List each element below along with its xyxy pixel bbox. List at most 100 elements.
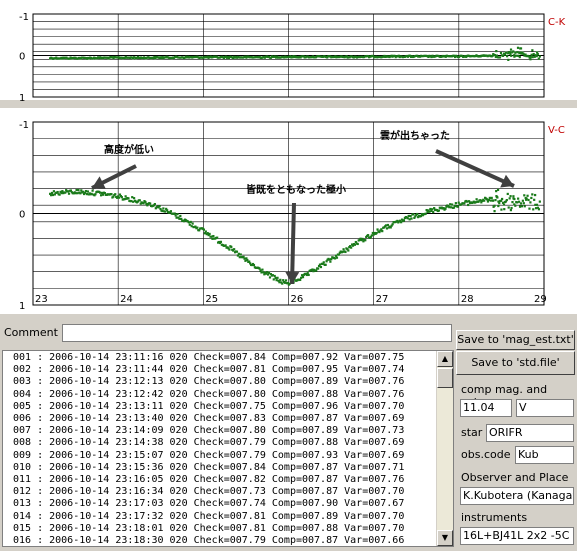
vc-point: [307, 273, 310, 277]
vc-point: [370, 234, 373, 237]
vc-point: [204, 230, 207, 233]
ck-point: [518, 55, 521, 59]
ck-point: [506, 55, 509, 58]
vc-point: [149, 202, 152, 205]
vc-point: [84, 189, 88, 193]
vc-point: [268, 276, 272, 279]
vc-point: [350, 246, 353, 249]
vc-point: [101, 193, 105, 196]
ck-point: [516, 46, 520, 49]
vc-point: [252, 263, 256, 267]
vc-point: [408, 218, 411, 221]
vc-point: [534, 207, 538, 210]
log-scrollbar[interactable]: ▲ ▼: [436, 351, 453, 546]
ck-point: [508, 51, 511, 54]
vc-point: [210, 235, 213, 238]
vc-point: [508, 197, 511, 200]
vc-point: [448, 206, 451, 209]
vc-point: [164, 210, 167, 213]
vc-ytick: 1: [19, 301, 25, 312]
vc-point: [400, 221, 403, 224]
vc-point: [133, 197, 136, 200]
vc-point: [273, 274, 276, 278]
vc-point: [513, 203, 516, 206]
instruments-label: instruments: [461, 511, 528, 524]
vc-xtick: 25: [205, 294, 218, 305]
obscode-input[interactable]: Kub: [515, 446, 574, 464]
observer-label: Observer and Place: [461, 471, 569, 484]
vc-point: [174, 214, 177, 217]
vc-point: [495, 195, 499, 199]
ck-label: C-K: [548, 17, 566, 28]
vc-point: [138, 199, 141, 202]
observer-input[interactable]: K.Kubotera (Kanagaw: [460, 487, 574, 505]
vc-point: [361, 237, 364, 241]
vc-point: [300, 276, 303, 279]
vc-point: [202, 228, 206, 231]
ck-point: [515, 54, 518, 57]
ck-point: [538, 55, 541, 58]
vc-point: [259, 269, 262, 272]
vc-point: [77, 188, 80, 192]
vc-point: [86, 190, 89, 193]
vc-plot-panel: -1 0 1 V-C 23 24 25 26 27 28 29 高度が低い 雲が出ちゃった 皆既をともなっ…: [0, 108, 577, 314]
vc-point: [67, 192, 71, 195]
vc-point: [50, 191, 54, 195]
vc-point: [496, 188, 500, 192]
ck-point: [498, 56, 502, 59]
vc-point: [509, 195, 512, 198]
log-line: 013 : 2006-10-14 23:17:03 020 Check=007.…: [13, 498, 405, 510]
vc-point: [428, 210, 431, 213]
star-input[interactable]: ORIFR: [486, 424, 574, 442]
vc-point: [488, 196, 491, 200]
vc-label: V-C: [548, 125, 565, 136]
vc-point: [503, 208, 506, 211]
vc-point: [500, 208, 503, 211]
vc-point: [521, 199, 524, 202]
instruments-input[interactable]: 16L+BJ41L 2x2 -5C: [460, 527, 574, 545]
vc-point: [190, 225, 193, 228]
vc-point: [522, 202, 525, 205]
log-line: 002 : 2006-10-14 23:11:44 020 Check=007.…: [13, 364, 405, 376]
vc-point: [353, 243, 357, 246]
vc-point: [79, 192, 82, 195]
vc-xtick: 28: [461, 294, 474, 305]
ck-point: [529, 55, 532, 59]
vc-point: [275, 279, 278, 282]
comp-mag-input[interactable]: 11.04: [460, 399, 512, 417]
vc-point: [132, 200, 135, 203]
vc-point: [49, 194, 53, 197]
vc-point: [124, 195, 127, 198]
ck-point: [530, 53, 533, 56]
vc-point: [381, 230, 384, 233]
vc-point: [490, 196, 493, 199]
vc-point: [479, 199, 482, 202]
save-std-button[interactable]: Save to 'std.file': [456, 351, 575, 375]
ck-ytick: -1: [19, 12, 29, 23]
scroll-down-icon[interactable]: ▼: [437, 530, 453, 546]
vc-point: [493, 210, 496, 213]
save-mag-est-button[interactable]: Save to 'mag_est.txt': [456, 330, 575, 350]
vc-point: [409, 214, 412, 218]
comment-input[interactable]: [62, 324, 452, 342]
vc-point: [449, 203, 452, 206]
log-lines: 001 : 2006-10-14 23:11:16 020 Check=007.…: [13, 352, 405, 546]
vc-point: [189, 220, 192, 224]
log-list[interactable]: 001 : 2006-10-14 23:11:16 020 Check=007.…: [2, 350, 454, 547]
scroll-up-icon[interactable]: ▲: [437, 351, 453, 367]
vc-point: [283, 281, 287, 284]
ck-ytick: 0: [19, 52, 25, 63]
vc-point: [110, 193, 113, 196]
vc-point: [206, 232, 209, 235]
scroll-thumb[interactable]: [437, 368, 453, 388]
vc-point: [419, 214, 423, 218]
ck-point: [492, 53, 495, 56]
vc-point: [267, 271, 271, 274]
vc-point: [494, 198, 497, 202]
log-line: 005 : 2006-10-14 23:13:11 020 Check=007.…: [13, 400, 405, 412]
comp-color-input[interactable]: V: [516, 399, 574, 417]
vc-point: [130, 200, 133, 203]
vc-point: [492, 199, 495, 202]
comment-label: Comment: [4, 326, 58, 339]
vc-point: [523, 194, 526, 197]
